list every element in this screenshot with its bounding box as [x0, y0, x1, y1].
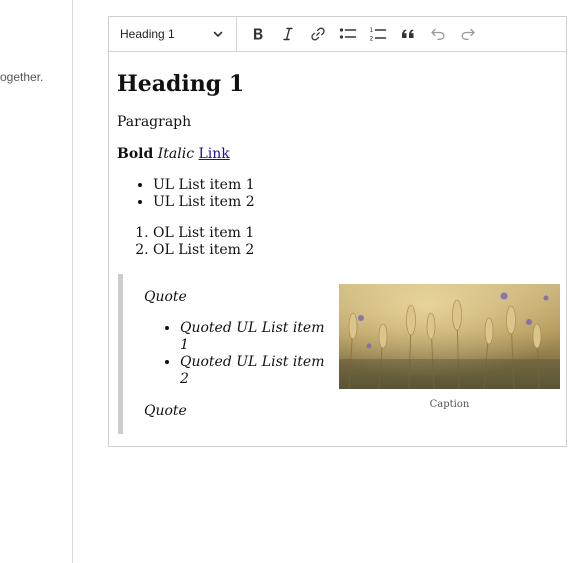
block-quote-button[interactable] [393, 19, 423, 49]
quote-paragraph: Quote [144, 289, 187, 305]
heading-dropdown-value: Heading 1 [120, 27, 175, 41]
list-item: OL List item 2 [153, 242, 254, 259]
toolbar-buttons: 12 [237, 19, 483, 49]
list-item: UL List item 1 [153, 177, 255, 194]
bulleted-list: UL List item 1 UL List item 2 [117, 177, 255, 211]
svg-text:2: 2 [370, 36, 374, 43]
undo-button[interactable] [423, 19, 453, 49]
wheat-field-photo [339, 284, 560, 389]
formatting-line: Bold Italic Link [117, 146, 230, 163]
list-item: OL List item 1 [153, 225, 254, 242]
italic-button[interactable] [273, 19, 303, 49]
bold-button[interactable] [243, 19, 273, 49]
editor-content[interactable]: Heading 1 Paragraph Bold Italic Link UL … [109, 52, 566, 446]
bulleted-list-button[interactable] [333, 19, 363, 49]
quote-paragraph: Quote [144, 403, 187, 419]
content-paragraph: Paragraph [117, 114, 192, 130]
bold-icon [250, 26, 266, 42]
italic-icon [280, 26, 296, 42]
quoted-bulleted-list: Quoted UL List item 1 Quoted UL List ite… [144, 320, 330, 388]
bold-text: Bold [117, 146, 154, 162]
list-item: Quoted UL List item 2 [180, 354, 330, 388]
undo-icon [430, 26, 446, 42]
content-heading: Heading 1 [117, 71, 245, 97]
chevron-down-icon [211, 27, 225, 41]
image-figure[interactable]: Caption [339, 284, 560, 413]
list-item: UL List item 2 [153, 194, 255, 211]
redo-icon [460, 26, 476, 42]
panel-divider [72, 0, 73, 563]
redo-button[interactable] [453, 19, 483, 49]
numbered-list: OL List item 1 OL List item 2 [117, 225, 254, 259]
rich-text-editor: Heading 1 1 2 Heading 1 Paragraph Bold I… [108, 16, 567, 447]
editor-toolbar: Heading 1 1 2 [109, 17, 566, 52]
link-button[interactable] [303, 19, 333, 49]
link-icon [310, 26, 326, 42]
quote-icon [400, 26, 416, 42]
svg-text:1: 1 [370, 27, 374, 34]
numbered-list-button[interactable]: 12 [363, 19, 393, 49]
heading-dropdown[interactable]: Heading 1 [109, 17, 237, 51]
left-panel-text: ogether. [0, 70, 44, 84]
numbered-list-icon: 12 [369, 26, 387, 42]
image-caption: Caption [429, 399, 470, 410]
content-link[interactable]: Link [199, 146, 230, 162]
italic-text: Italic [157, 146, 195, 162]
bulleted-list-icon [339, 26, 357, 42]
list-item: Quoted UL List item 1 [180, 320, 330, 354]
